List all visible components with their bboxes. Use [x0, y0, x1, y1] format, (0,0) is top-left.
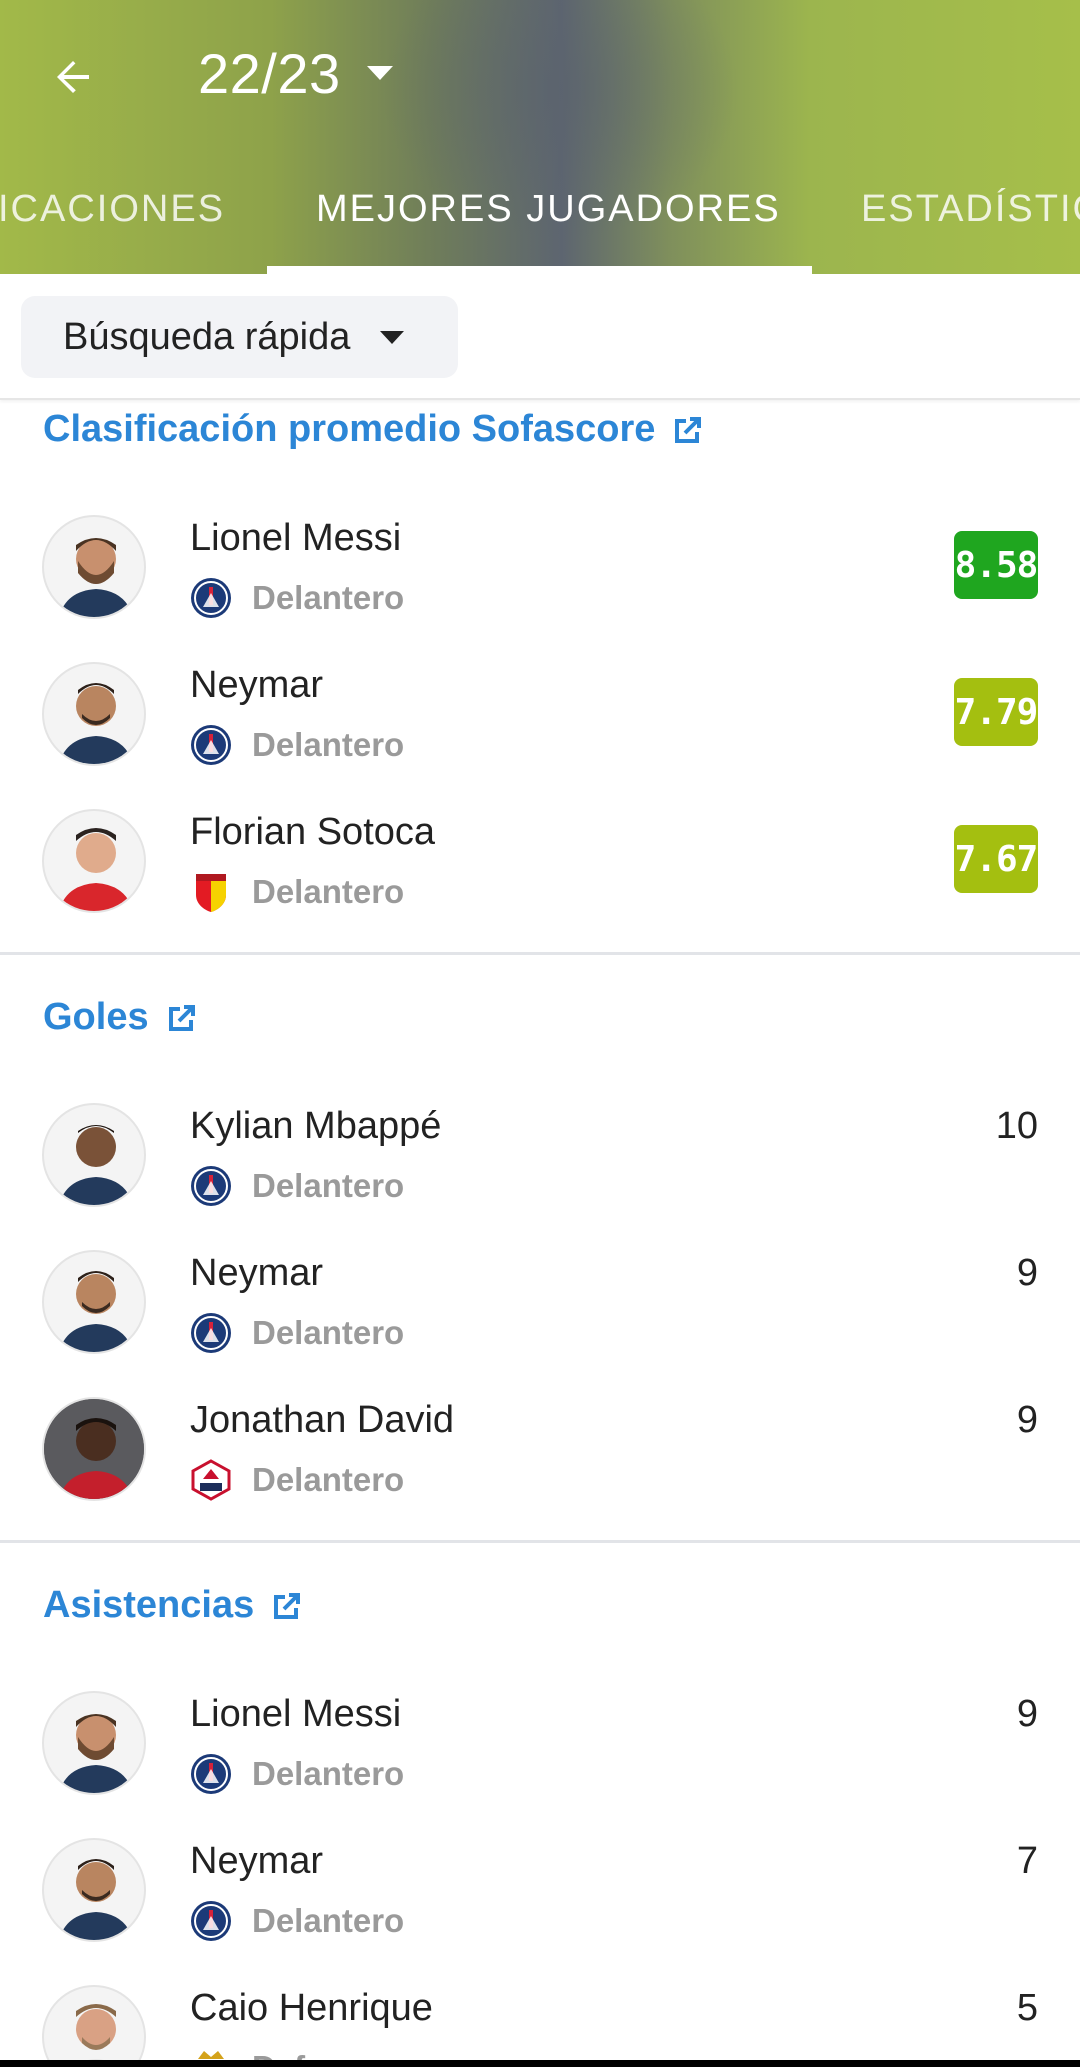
external-link-icon [675, 416, 702, 443]
list-item[interactable]: Florian Sotoca Delantero 7.67 [0, 809, 1080, 956]
system-navigation-bar [0, 2060, 1080, 2067]
player-team-position: Delantero [190, 1165, 404, 1207]
external-link-icon [168, 1004, 195, 1031]
player-position: Delantero [252, 1902, 405, 1939]
section-divider [0, 1540, 1080, 1543]
caret-down-icon [380, 330, 405, 344]
player-position: Delantero [252, 579, 405, 616]
player-name: Neymar [190, 1840, 324, 1882]
player-name: Lionel Messi [190, 517, 402, 559]
app-header: 22/23 ICACIONES MEJORES JUGADORES ESTADÍ… [0, 0, 1080, 274]
player-position: Delantero [252, 1461, 405, 1498]
player-position: Delantero [252, 1314, 405, 1351]
assists-value: 7 [1016, 1840, 1038, 1882]
filter-bar: Búsqueda rápida [0, 274, 1080, 400]
player-name: Lionel Messi [190, 1693, 402, 1735]
section-assists: Asistencias Lionel Messi Delantero 9 Ney… [0, 1576, 1080, 2060]
list-item[interactable]: Jonathan David Delantero 9 [0, 1397, 1080, 1544]
list-item[interactable]: Neymar Delantero 9 [0, 1250, 1080, 1397]
list-item[interactable]: Caio Henrique Defensa 5 [0, 1985, 1080, 2060]
external-link-icon [274, 1592, 301, 1619]
section-title: Asistencias [43, 1584, 255, 1626]
avatar [42, 1250, 146, 1354]
psg-crest-icon [190, 1165, 232, 1207]
player-name: Neymar [190, 1252, 324, 1294]
monaco-crest-icon [198, 2051, 224, 2060]
section-goals: Goles Kylian Mbappé Delantero 10 Neymar … [0, 988, 1080, 1544]
section-title: Goles [43, 996, 149, 1038]
assists-value: 5 [1016, 1987, 1038, 2029]
player-name: Neymar [190, 664, 324, 706]
quick-search-dropdown[interactable]: Búsqueda rápida [21, 296, 458, 378]
list-item[interactable]: Neymar Delantero 7 [0, 1838, 1080, 1985]
quick-search-label: Búsqueda rápida [63, 315, 351, 358]
list-item[interactable]: Lionel Messi Delantero 8.58 [0, 515, 1080, 662]
goals-value: 9 [1016, 1252, 1038, 1294]
player-name: Florian Sotoca [190, 811, 436, 853]
player-team-position: Delantero [190, 724, 404, 766]
rating-badge: 8.58 [954, 531, 1038, 599]
player-position: Delantero [252, 1167, 405, 1204]
psg-crest-icon [190, 1753, 232, 1795]
caret-down-icon [366, 66, 393, 80]
section-sofascore-rating: Clasificación promedio Sofascore Lionel … [0, 400, 1080, 956]
list-item[interactable]: Lionel Messi Delantero 9 [0, 1691, 1080, 1838]
tab-mejores-jugadores[interactable]: MEJORES JUGADORES [316, 188, 781, 231]
player-team-position: Delantero [190, 871, 404, 913]
assists-value: 9 [1016, 1693, 1038, 1735]
section-title-link[interactable]: Asistencias [43, 1584, 304, 1627]
list-item[interactable]: Neymar Delantero 7.79 [0, 662, 1080, 809]
season-selector[interactable]: 22/23 [198, 38, 393, 108]
player-name: Caio Henrique [190, 1987, 433, 2029]
psg-crest-icon [190, 724, 232, 766]
player-position: Delantero [252, 873, 405, 910]
active-tab-indicator [267, 266, 812, 274]
player-position: Defensa [252, 2049, 380, 2060]
tab-clasificaciones[interactable]: ICACIONES [0, 188, 225, 231]
back-button[interactable] [40, 44, 106, 110]
section-title-link[interactable]: Clasificación promedio Sofascore [43, 408, 705, 451]
avatar [42, 1103, 146, 1207]
tab-estadisticas[interactable]: ESTADÍSTIC [861, 188, 1080, 231]
season-label: 22/23 [198, 41, 341, 105]
psg-crest-icon [190, 577, 232, 619]
section-divider [0, 952, 1080, 955]
avatar [42, 515, 146, 619]
avatar [42, 1691, 146, 1795]
player-team-position: Delantero [190, 1900, 404, 1942]
psg-crest-icon [190, 1312, 232, 1354]
lens-crest-icon [196, 874, 226, 912]
goals-value: 10 [995, 1105, 1038, 1147]
rating-badge: 7.67 [954, 825, 1038, 893]
player-name: Kylian Mbappé [190, 1105, 442, 1147]
lille-crest-icon [191, 1459, 231, 1501]
list-item[interactable]: Kylian Mbappé Delantero 10 [0, 1103, 1080, 1250]
avatar [42, 1985, 146, 2060]
psg-crest-icon [190, 1900, 232, 1942]
player-position: Delantero [252, 726, 405, 763]
player-team-position: Delantero [190, 1753, 404, 1795]
player-team-position: Defensa [190, 2047, 380, 2060]
arrow-left-icon [57, 61, 89, 93]
avatar [42, 1397, 146, 1501]
avatar [42, 809, 146, 913]
goals-value: 9 [1016, 1399, 1038, 1441]
player-name: Jonathan David [190, 1399, 455, 1441]
rating-badge: 7.79 [954, 678, 1038, 746]
player-team-position: Delantero [190, 1312, 404, 1354]
section-title-link[interactable]: Goles [43, 996, 199, 1039]
section-title: Clasificación promedio Sofascore [43, 408, 656, 450]
avatar [42, 1838, 146, 1942]
avatar [42, 662, 146, 766]
player-team-position: Delantero [190, 577, 404, 619]
player-team-position: Delantero [190, 1459, 404, 1501]
player-position: Delantero [252, 1755, 405, 1792]
tab-bar: ICACIONES MEJORES JUGADORES ESTADÍSTIC [0, 170, 1080, 274]
